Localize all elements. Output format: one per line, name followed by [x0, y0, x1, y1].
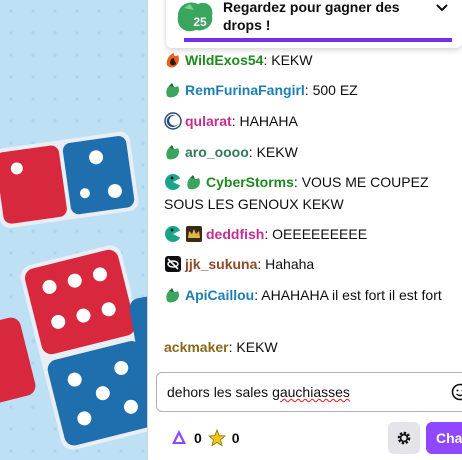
bits-count: 0: [231, 430, 240, 446]
dominoes-image: [0, 0, 147, 460]
chat-settings-button[interactable]: [388, 422, 420, 454]
send-chat-button[interactable]: Cha: [426, 422, 462, 454]
points-bar[interactable]: 0 0: [170, 427, 240, 449]
chat-text: KEKW: [271, 52, 313, 68]
emote-picker-icon[interactable]: [451, 383, 462, 401]
drops-progress-bar: [184, 38, 452, 42]
crown-badge-icon: [186, 226, 202, 242]
chat-message[interactable]: aro_oooo: KEKW: [164, 141, 452, 163]
chat-message[interactable]: WildExos54: KEKW: [164, 49, 452, 71]
green-dragon-badge-icon: [166, 83, 179, 98]
chat-message[interactable]: deddfish: OEEEEEEEEE: [164, 223, 452, 245]
chat-message[interactable]: CyberStorms: VOUS ME COUPEZ SOUS LES GEN…: [164, 171, 452, 215]
chat-message[interactable]: RemFurinaFangirl: 500 EZ: [164, 79, 452, 101]
drops-banner[interactable]: 25 Regardez pour gagner des drops !: [166, 0, 462, 48]
chat-panel: 25 Regardez pour gagner des drops ! Wild…: [148, 0, 462, 460]
chat-username[interactable]: ApiCaillou: [185, 287, 254, 303]
channel-points-count: 0: [194, 430, 202, 446]
green-dragon-badge-icon: [187, 175, 200, 190]
star-icon[interactable]: [207, 429, 226, 447]
chat-message[interactable]: ackmaker: KEKW: [164, 336, 452, 358]
green-dragon-badge-icon: [166, 288, 179, 303]
chevron-down-icon[interactable]: [434, 0, 450, 16]
channel-points-icon[interactable]: [170, 429, 188, 447]
chat-text: AHAHAHA il est fort il est fort: [261, 287, 442, 303]
misspelled-word: gauchiasses: [272, 384, 350, 400]
chat-username[interactable]: RemFurinaFangirl: [185, 82, 305, 98]
chat-message[interactable]: ApiCaillou: AHAHAHA il est fort il est f…: [164, 284, 452, 306]
chat-text: 500 EZ: [312, 82, 358, 98]
gear-icon: [397, 431, 411, 445]
eye-slash-badge-icon: [165, 256, 181, 272]
moon-badge-icon: [164, 112, 182, 130]
chat-input-text[interactable]: dehors les sales gauchiasses: [167, 384, 350, 400]
drops-text: Regardez pour gagner des drops !: [223, 0, 400, 33]
drops-reward-icon: 25: [177, 2, 213, 32]
chat-username[interactable]: deddfish: [206, 226, 264, 242]
chat-text: KEKW: [236, 339, 278, 355]
chat-text: HAHAHA: [239, 113, 298, 129]
chat-username[interactable]: qularat: [185, 113, 232, 129]
chat-message[interactable]: qularat: HAHAHA: [164, 110, 452, 132]
drops-badge-number: 25: [193, 15, 207, 29]
chat-text: Hahaha: [265, 256, 315, 272]
fire-dragon-badge-icon: [166, 53, 179, 68]
chat-username[interactable]: jjk_sukuna: [185, 256, 257, 272]
pacman-badge-icon: [165, 226, 181, 242]
chat-username[interactable]: WildExos54: [185, 52, 263, 68]
chat-username[interactable]: ackmaker: [164, 339, 229, 355]
chat-username[interactable]: aro_oooo: [185, 144, 249, 160]
chat-input[interactable]: dehors les sales gauchiasses: [156, 372, 462, 412]
chat-username[interactable]: CyberStorms: [206, 174, 294, 190]
chat-message[interactable]: jjk_sukuna: Hahaha: [164, 253, 452, 275]
stream-preview[interactable]: [0, 0, 147, 460]
chat-text: KEKW: [256, 144, 298, 160]
green-dragon-badge-icon: [166, 145, 179, 160]
pacman-badge-icon: [165, 174, 181, 190]
chat-text: OEEEEEEEEE: [272, 226, 368, 242]
